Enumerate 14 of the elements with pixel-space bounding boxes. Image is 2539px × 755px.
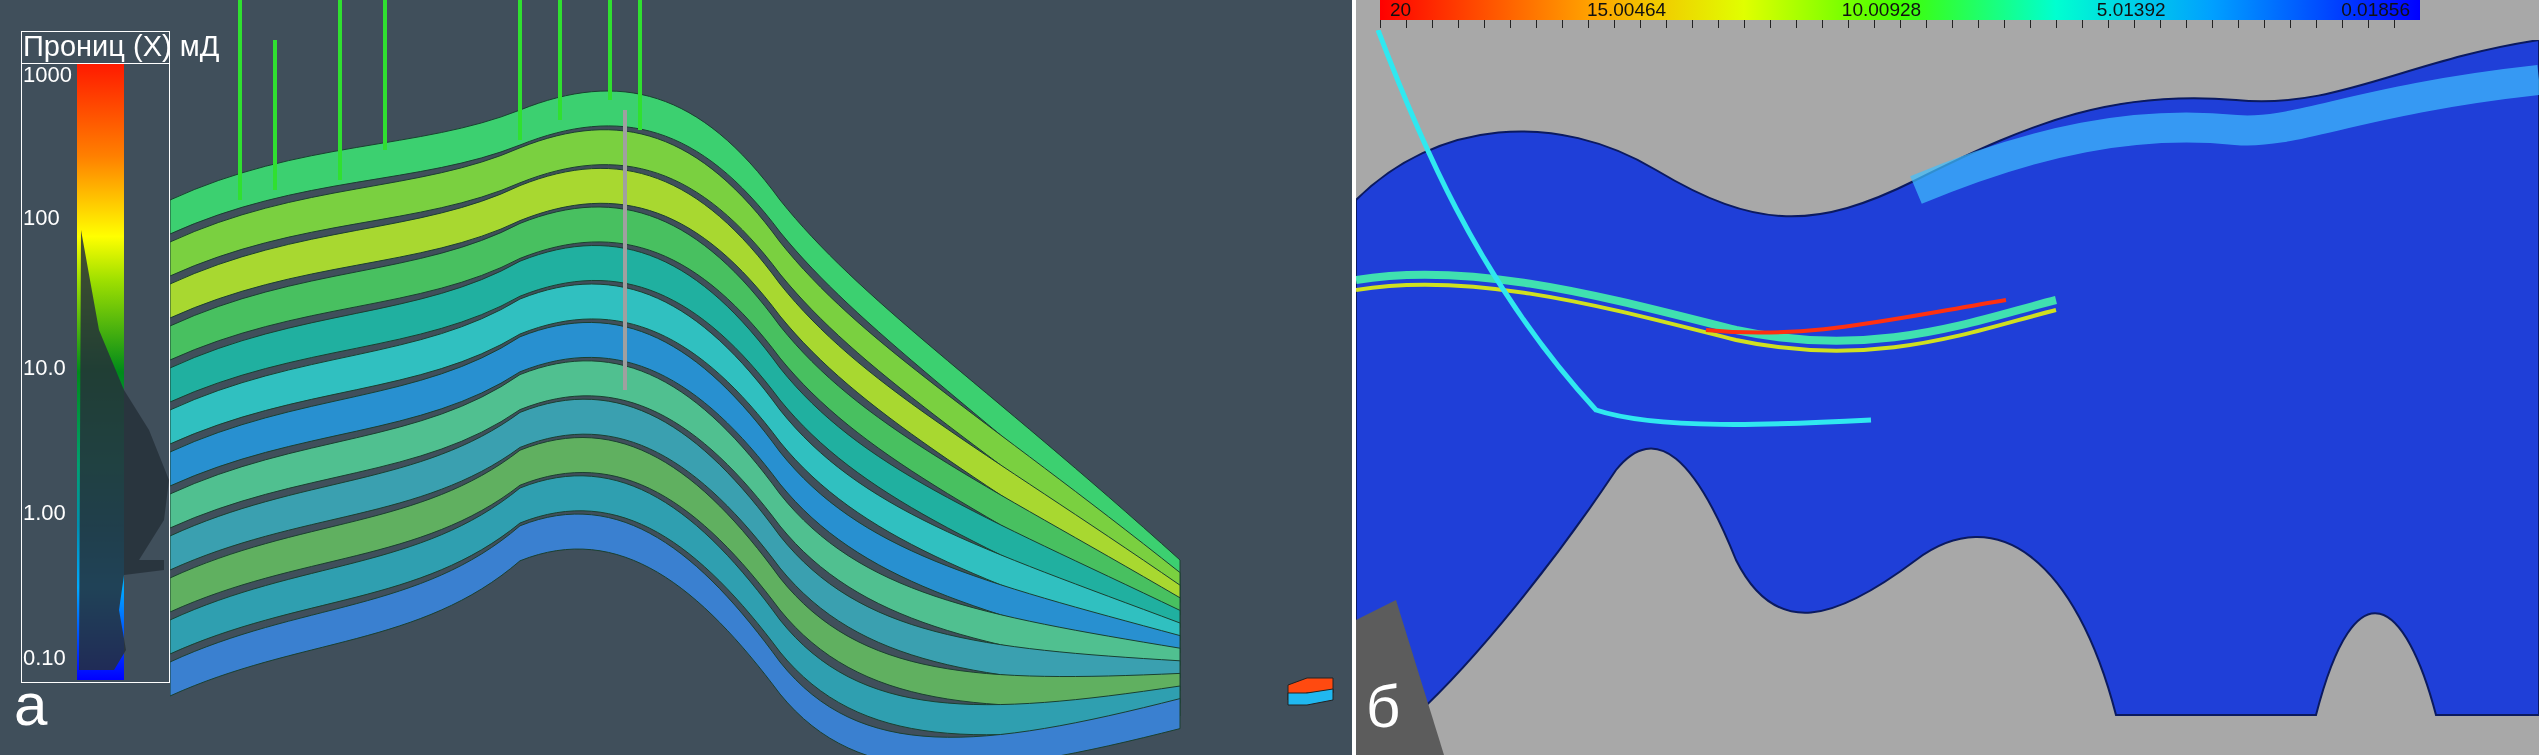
scale-label: 1000 xyxy=(23,62,72,88)
panel-label: б xyxy=(1366,672,1401,742)
scale-label: 0.10 xyxy=(23,645,66,671)
scale-label: 1.00 xyxy=(23,500,66,526)
scale-label: 0.01856 xyxy=(2341,0,2410,20)
scale-label: 10.0 xyxy=(23,355,66,381)
orientation-cube-icon xyxy=(1287,675,1337,707)
scale-label: 5.01392 xyxy=(2096,0,2166,20)
legend-title: Прониц (X) мД xyxy=(23,30,220,62)
scale-label: 100 xyxy=(23,205,60,231)
panel-label: а xyxy=(14,670,48,740)
scale-label: 20 xyxy=(1390,0,1412,20)
scale-label: 15.00464 xyxy=(1586,0,1667,20)
scale-label: 10.00928 xyxy=(1841,0,1922,20)
